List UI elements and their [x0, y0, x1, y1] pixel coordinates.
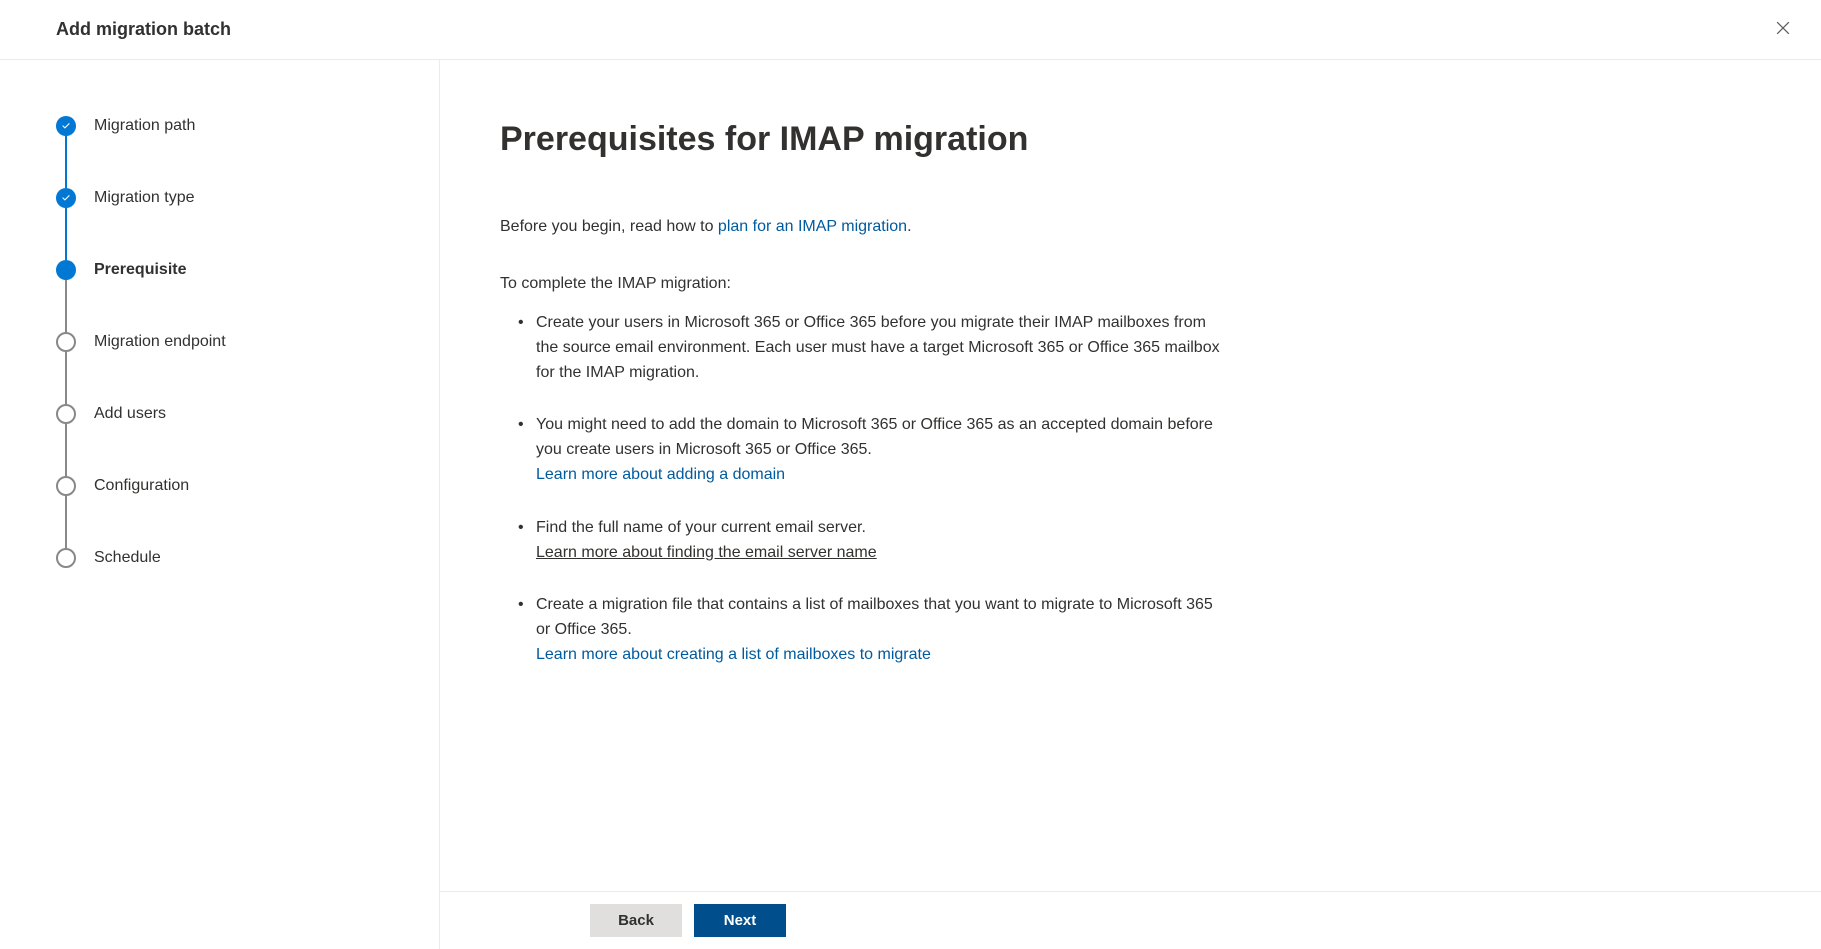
intro-suffix: .: [907, 218, 911, 235]
dialog-header: Add migration batch: [0, 0, 1821, 60]
dialog-body: Migration path Migration type Prerequisite…: [0, 60, 1821, 949]
intro-text: Before you begin, read how to plan for a…: [500, 215, 1220, 239]
step-item[interactable]: Schedule: [56, 548, 399, 568]
step-label: Migration endpoint: [94, 333, 226, 351]
close-button[interactable]: [1769, 14, 1797, 45]
step-connector: [65, 496, 67, 548]
bullet-item: You might need to add the domain to Micr…: [536, 413, 1220, 487]
subtitle: To complete the IMAP migration:: [500, 275, 1220, 293]
checkmark-icon: [60, 120, 72, 132]
step-connector: [65, 424, 67, 476]
bullet-text: Create your users in Microsoft 365 or Of…: [536, 314, 1220, 381]
step-item[interactable]: Migration path: [56, 116, 399, 188]
step-indicator-completed: [56, 188, 76, 208]
step-label: Schedule: [94, 549, 161, 567]
intro-prefix: Before you begin, read how to: [500, 218, 718, 235]
dialog-title: Add migration batch: [56, 19, 231, 40]
step-item[interactable]: Migration type: [56, 188, 399, 260]
bullet-link[interactable]: Learn more about creating a list of mail…: [536, 646, 931, 663]
checkmark-icon: [60, 192, 72, 204]
step-connector: [65, 208, 67, 260]
bullet-item: Create your users in Microsoft 365 or Of…: [536, 311, 1220, 385]
step-item[interactable]: Migration endpoint: [56, 332, 399, 404]
step-indicator-current: [56, 260, 76, 280]
steps-list: Migration path Migration type Prerequisite…: [56, 116, 399, 568]
step-label: Configuration: [94, 477, 189, 495]
step-indicator-pending: [56, 404, 76, 424]
step-label: Migration path: [94, 117, 195, 135]
steps-sidebar: Migration path Migration type Prerequisite…: [0, 60, 440, 949]
bullet-item: Create a migration file that contains a …: [536, 593, 1220, 667]
step-indicator-pending: [56, 548, 76, 568]
step-connector: [65, 280, 67, 332]
bullet-text: Find the full name of your current email…: [536, 519, 866, 536]
step-indicator-pending: [56, 332, 76, 352]
step-item[interactable]: Configuration: [56, 476, 399, 548]
bullet-link[interactable]: Learn more about finding the email serve…: [536, 544, 877, 561]
content-title: Prerequisites for IMAP migration: [500, 120, 1220, 159]
intro-link[interactable]: plan for an IMAP migration: [718, 218, 907, 235]
step-indicator-completed: [56, 116, 76, 136]
bullet-text: You might need to add the domain to Micr…: [536, 416, 1213, 458]
step-item[interactable]: Prerequisite: [56, 260, 399, 332]
back-button[interactable]: Back: [590, 904, 682, 937]
step-label: Add users: [94, 405, 166, 423]
step-connector: [65, 352, 67, 404]
dialog-footer: Back Next: [440, 891, 1821, 949]
bullet-list: Create your users in Microsoft 365 or Of…: [500, 311, 1220, 668]
content-wrapper: Prerequisites for IMAP migration Before …: [440, 60, 1821, 949]
bullet-item: Find the full name of your current email…: [536, 516, 1220, 566]
bullet-link[interactable]: Learn more about adding a domain: [536, 466, 785, 483]
step-connector: [65, 136, 67, 188]
step-label: Prerequisite: [94, 261, 186, 279]
next-button[interactable]: Next: [694, 904, 786, 937]
content-area: Prerequisites for IMAP migration Before …: [440, 60, 1340, 891]
close-icon: [1773, 18, 1793, 38]
step-item[interactable]: Add users: [56, 404, 399, 476]
step-label: Migration type: [94, 189, 195, 207]
step-indicator-pending: [56, 476, 76, 496]
bullet-text: Create a migration file that contains a …: [536, 596, 1213, 638]
